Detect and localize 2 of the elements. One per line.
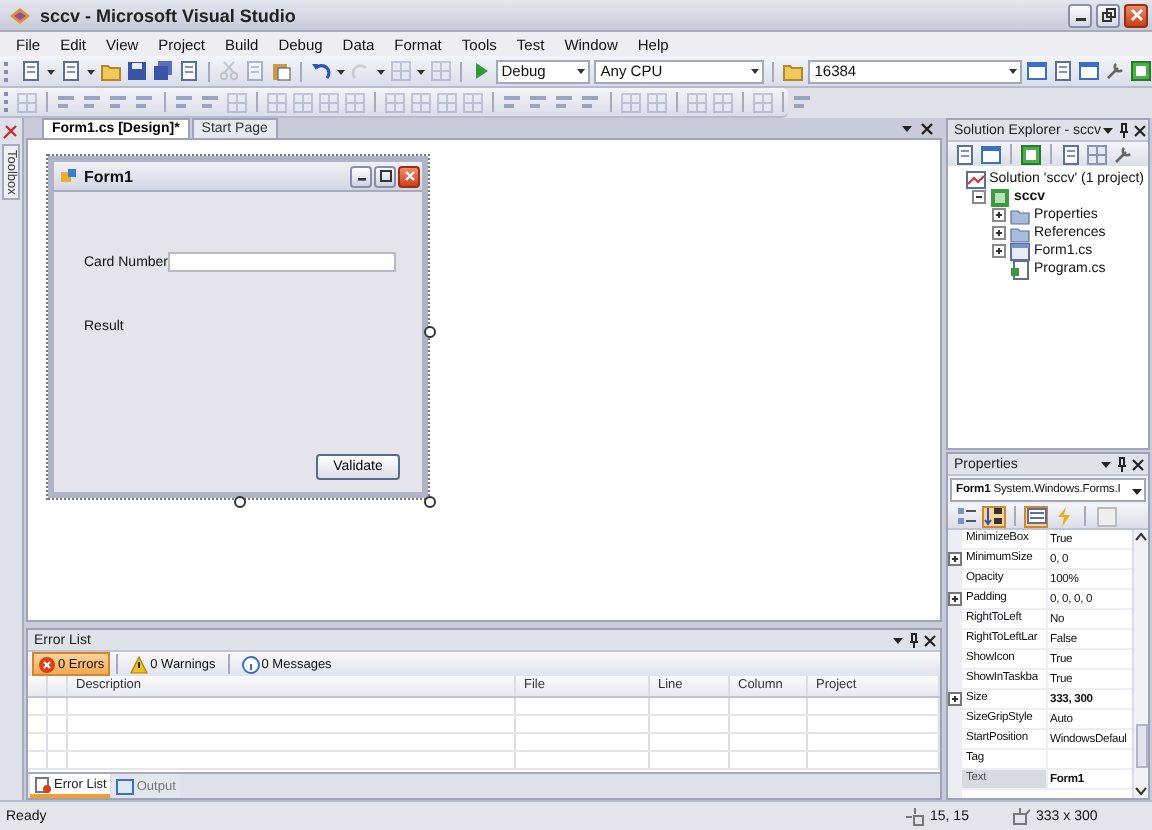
form-title: Form1: [84, 167, 133, 185]
window-title: sccv - Microsoft Visual Studio: [40, 5, 296, 25]
